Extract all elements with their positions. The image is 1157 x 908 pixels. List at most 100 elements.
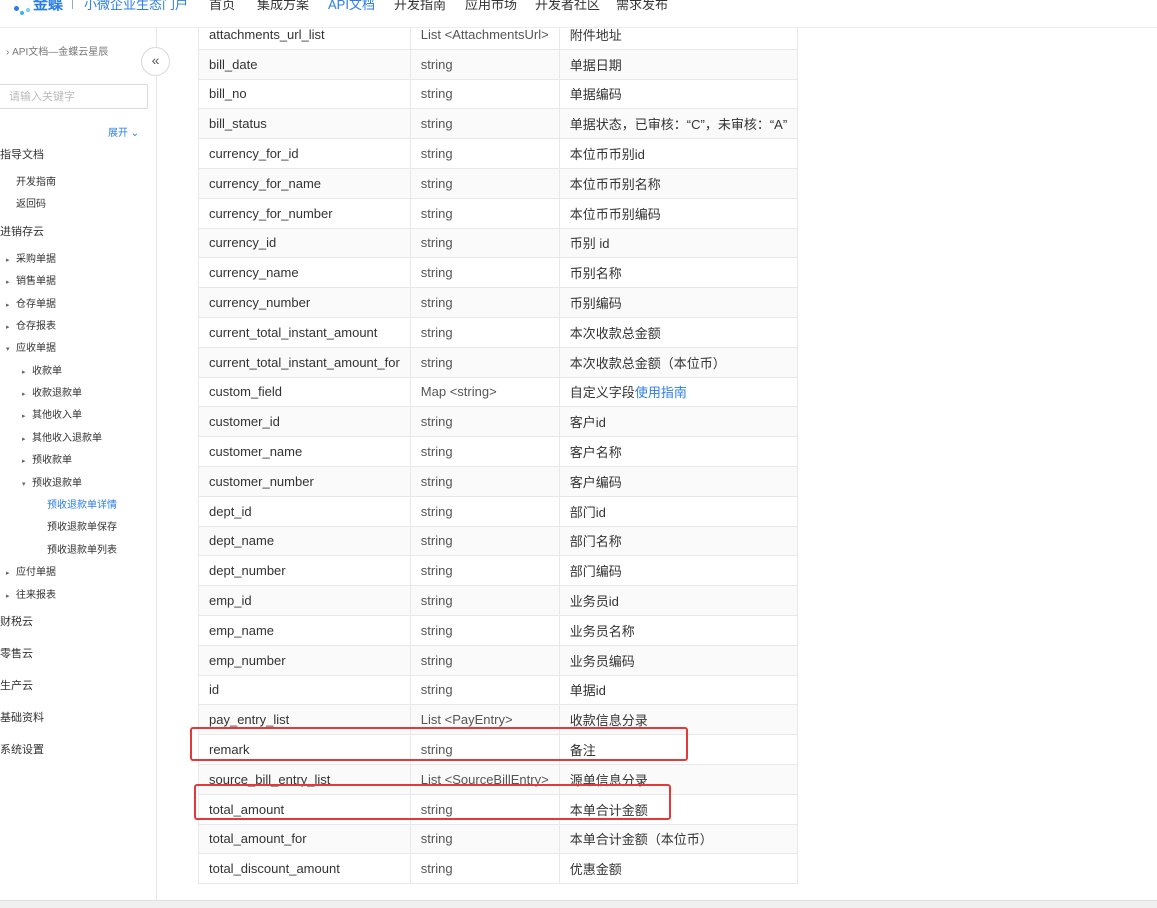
search-input[interactable]: [0, 84, 148, 109]
param-type: string: [420, 622, 453, 638]
param-type: string: [420, 742, 453, 758]
param-desc: 客户编码: [569, 474, 622, 490]
sidebar-item[interactable]: ▸ 采购单据: [6, 250, 56, 265]
param-desc: 业务员id: [569, 594, 619, 610]
horizontal-scrollbar[interactable]: [0, 900, 1157, 908]
sidebar-item-label: 收款单: [32, 366, 62, 377]
collapse-sidebar-button[interactable]: «: [141, 47, 170, 76]
sidebar-item[interactable]: ▸ 其他收入单: [22, 406, 82, 421]
param-desc-cell: 单据编码: [558, 78, 799, 110]
param-type-cell: string: [409, 674, 560, 706]
table-row: dept_name string 部门名称: [198, 525, 799, 557]
sidebar-item[interactable]: 开发指南: [16, 173, 56, 188]
sidebar-item[interactable]: 预收退款单详情: [47, 496, 117, 511]
param-type: Map <string>: [420, 384, 497, 400]
caret-right-icon: ▸: [6, 279, 10, 286]
nav-api-docs[interactable]: API文档: [328, 0, 375, 13]
sidebar-item[interactable]: 基础资料: [0, 709, 44, 725]
sidebar-item[interactable]: ▾ 应收单据: [6, 339, 56, 354]
sidebar-item-label: 基础资料: [0, 712, 44, 724]
sidebar-item[interactable]: 零售云: [0, 645, 33, 661]
caret-right-icon: ▸: [6, 570, 10, 577]
param-type: string: [420, 652, 453, 668]
table-row: total_discount_amount string 优惠金额: [198, 853, 799, 885]
param-desc: 客户id: [569, 415, 606, 431]
param-desc: 单据日期: [569, 57, 622, 73]
sidebar-item[interactable]: ▸ 预收款单: [22, 451, 72, 466]
param-name: bill_no: [209, 86, 247, 102]
sidebar-item[interactable]: 返回码: [16, 195, 46, 210]
param-type: string: [420, 593, 453, 609]
table-row: bill_no string 单据编码: [198, 78, 799, 110]
nav-dev-community[interactable]: 开发者社区: [535, 0, 600, 13]
usage-guide-link[interactable]: 使用指南: [635, 385, 687, 400]
table-row: currency_id string 币别 id: [198, 227, 799, 259]
breadcrumb[interactable]: › API文档—金蝶云星辰: [6, 43, 108, 58]
sidebar-item-label: 收款退款单: [32, 388, 82, 399]
caret-down-icon: ▾: [6, 346, 10, 353]
param-desc-cell: 币别名称: [558, 257, 799, 289]
param-name-cell: current_total_instant_amount_for: [198, 346, 411, 378]
sidebar-item[interactable]: 系统设置: [0, 741, 44, 757]
param-name-cell: bill_status: [198, 108, 411, 140]
param-type-cell: string: [409, 823, 560, 855]
sidebar-item[interactable]: ▸ 应付单据: [6, 563, 56, 578]
sidebar: › API文档—金蝶云星辰 展开 ⌄ 指导文档开发指南返回码进销存云 ▸采购单据 ▸…: [0, 28, 157, 900]
sidebar-item-label: 系统设置: [0, 744, 44, 756]
expand-toggle[interactable]: 展开 ⌄: [108, 124, 139, 139]
sidebar-item[interactable]: ▸ 往来报表: [6, 586, 56, 601]
param-name-cell: customer_number: [198, 465, 411, 497]
nav-requirements[interactable]: 需求发布: [616, 0, 668, 13]
sidebar-item[interactable]: 财税云: [0, 613, 33, 629]
param-type: string: [420, 86, 453, 102]
param-type: string: [420, 414, 453, 430]
param-type-cell: string: [409, 316, 560, 348]
table-row: bill_date string 单据日期: [198, 48, 799, 80]
brand-name[interactable]: 金蝶: [33, 0, 63, 14]
param-type-cell: string: [409, 287, 560, 318]
sidebar-item-label: 销售单据: [16, 276, 56, 287]
sidebar-item[interactable]: ▸ 仓存报表: [6, 317, 56, 332]
param-name: total_amount: [209, 801, 285, 817]
caret-right-icon: ▸: [6, 302, 10, 309]
param-type: List <PayEntry>: [420, 712, 513, 728]
sidebar-item-label: 指导文档: [0, 149, 44, 161]
nav-solutions[interactable]: 集成方案: [257, 0, 309, 13]
caret-right-icon: ▸: [22, 391, 26, 398]
sidebar-item[interactable]: ▸ 仓存单据: [6, 295, 56, 310]
param-desc: 本位币币别编码: [569, 206, 661, 222]
sidebar-item[interactable]: 进销存云: [0, 223, 44, 239]
table-row: id string 单据id: [198, 674, 799, 706]
table-row: emp_number string 业务员编码: [198, 644, 799, 676]
param-desc-cell: 单据日期: [558, 48, 799, 80]
sidebar-item[interactable]: ▸ 销售单据: [6, 272, 56, 287]
sidebar-item-label: 应收单据: [16, 343, 56, 354]
param-type: List <AttachmentsUrl>: [420, 28, 549, 42]
sidebar-item[interactable]: ▸ 收款单: [22, 362, 62, 377]
param-name-cell: customer_id: [198, 406, 411, 438]
sidebar-item[interactable]: ▾ 预收退款单: [22, 474, 82, 489]
param-desc: 客户名称: [569, 445, 622, 461]
nav-dev-guide[interactable]: 开发指南: [394, 0, 446, 13]
sidebar-item[interactable]: 预收退款单列表: [47, 541, 117, 556]
sidebar-item-label: 预收退款单详情: [47, 500, 117, 511]
nav-app-market[interactable]: 应用市场: [465, 0, 517, 13]
sidebar-item-label: 进销存云: [0, 226, 44, 238]
table-row: current_total_instant_amount_for string 本次…: [198, 346, 799, 378]
sidebar-item[interactable]: 预收退款单保存: [47, 518, 117, 533]
param-name: custom_field: [209, 384, 282, 400]
param-name: dept_name: [209, 533, 275, 549]
table-row: currency_for_name string 本位币币别名称: [198, 167, 799, 199]
param-desc: 单据编码: [569, 87, 622, 103]
sidebar-item-label: 预收退款单列表: [47, 545, 117, 556]
sidebar-item[interactable]: ▸ 收款退款单: [22, 384, 82, 399]
nav-home[interactable]: 首页: [209, 0, 235, 13]
brand-subtitle[interactable]: 小微企业生态门户: [84, 0, 188, 13]
param-desc: 部门名称: [569, 534, 622, 550]
table-row: customer_number string 客户编码: [198, 465, 799, 497]
param-type-cell: string: [409, 167, 560, 199]
sidebar-item[interactable]: ▸ 其他收入退款单: [22, 429, 102, 444]
sidebar-item[interactable]: 生产云: [0, 677, 33, 693]
sidebar-item[interactable]: 指导文档: [0, 146, 44, 162]
param-desc: 备注: [569, 743, 596, 759]
